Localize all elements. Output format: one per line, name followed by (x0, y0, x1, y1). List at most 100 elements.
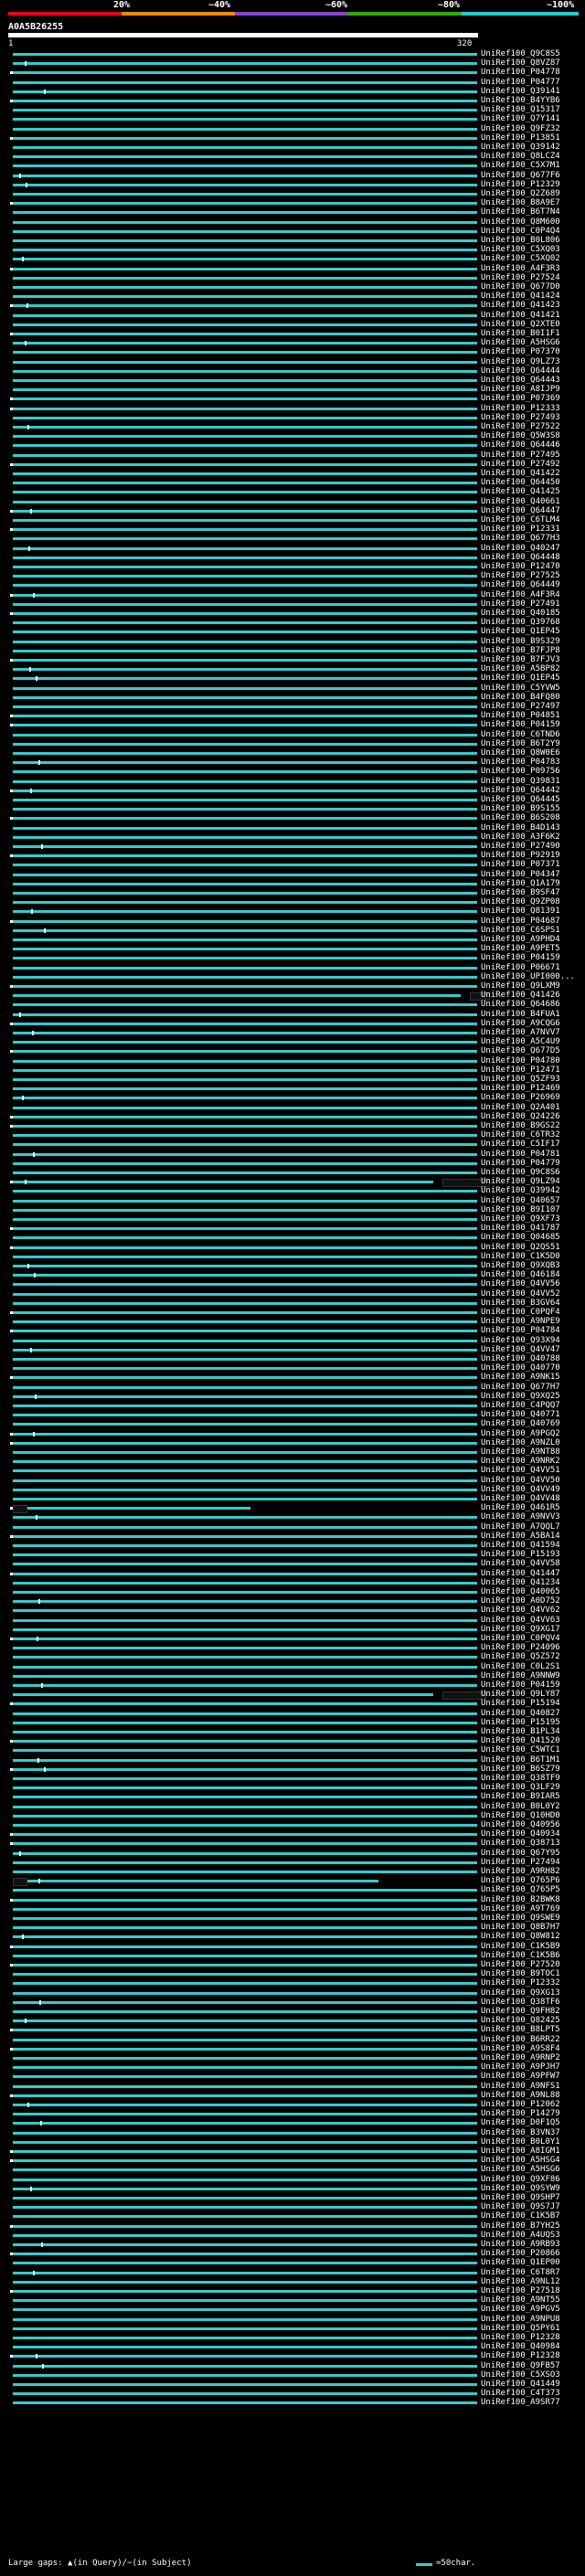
hit-alignment-bar[interactable] (13, 1301, 477, 1305)
hit-accession-link[interactable]: UniRef100_Q1EP45 (481, 673, 560, 683)
hit-alignment-bar[interactable] (13, 2383, 477, 2386)
hit-accession-link[interactable]: UniRef100_Q40657 (481, 1196, 560, 1205)
hit-accession-link[interactable]: UniRef100_B9IAR5 (481, 1792, 560, 1801)
hit-accession-link[interactable]: UniRef100_Q677H7 (481, 1383, 560, 1392)
hit-alignment-bar[interactable] (13, 602, 477, 606)
hit-accession-link[interactable]: UniRef100_A9NNW9 (481, 1671, 560, 1680)
hit-alignment-bar[interactable] (13, 127, 477, 131)
hit-accession-link[interactable]: UniRef100_P27495 (481, 451, 560, 460)
hit-accession-link[interactable]: UniRef100_B0L0Y1 (481, 2137, 560, 2147)
hit-alignment-bar[interactable] (13, 1218, 477, 1221)
hit-alignment-bar[interactable] (13, 966, 477, 970)
hit-accession-link[interactable]: UniRef100_C1K5D0 (481, 1252, 560, 1261)
hit-accession-link[interactable]: UniRef100_Q41421 (481, 311, 560, 320)
hit-alignment-bar[interactable] (13, 2215, 477, 2219)
hit-accession-link[interactable]: UniRef100_P04779 (481, 1159, 560, 1168)
hit-alignment-bar[interactable] (13, 2094, 477, 2097)
hit-alignment-bar[interactable] (13, 1068, 477, 1072)
hit-accession-link[interactable]: UniRef100_C0L2S1 (481, 1662, 560, 1671)
hit-accession-link[interactable]: UniRef100_P04777 (481, 78, 560, 87)
hit-accession-link[interactable]: UniRef100_B6SZ79 (481, 1765, 560, 1774)
hit-accession-link[interactable]: UniRef100_P12332 (481, 1978, 560, 1988)
hit-accession-link[interactable]: UniRef100_Q39942 (481, 1186, 560, 1195)
hit-alignment-bar[interactable] (13, 1367, 477, 1371)
hit-alignment-bar[interactable] (13, 715, 477, 718)
hit-accession-link[interactable]: UniRef100_Q64450 (481, 478, 560, 487)
hit-accession-link[interactable]: UniRef100_P04781 (481, 1150, 560, 1159)
hit-accession-link[interactable]: UniRef100_P04783 (481, 758, 560, 767)
hit-alignment-bar[interactable] (13, 799, 477, 801)
hit-accession-link[interactable]: UniRef100_P20866 (481, 2249, 560, 2258)
hit-accession-link[interactable]: UniRef100_B8LPT5 (481, 2025, 560, 2034)
hit-accession-link[interactable]: UniRef100_P07371 (481, 860, 560, 869)
hit-alignment-bar[interactable] (13, 1479, 477, 1482)
hit-alignment-bar[interactable] (13, 183, 477, 186)
hit-accession-link[interactable]: UniRef100_UPI000... (481, 972, 575, 981)
hit-alignment-bar[interactable] (13, 1394, 477, 1398)
hit-alignment-bar[interactable] (13, 1190, 477, 1193)
hit-accession-link[interactable]: UniRef100_P15193 (481, 1550, 560, 1559)
hit-alignment-bar[interactable] (13, 2317, 477, 2321)
hit-accession-link[interactable]: UniRef100_A9RNP2 (481, 2053, 560, 2062)
hit-accession-link[interactable]: UniRef100_Q9SHP7 (481, 2193, 560, 2202)
hit-accession-link[interactable]: UniRef100_Q5ZF93 (481, 1075, 560, 1084)
hit-alignment-bar[interactable] (13, 1553, 477, 1557)
hit-alignment-bar[interactable] (13, 826, 477, 830)
hit-accession-link[interactable]: UniRef100_Q7Y141 (481, 114, 560, 123)
hit-alignment-bar[interactable] (13, 2178, 477, 2181)
hit-accession-link[interactable]: UniRef100_C4T373 (481, 2389, 560, 2398)
hit-alignment-bar[interactable] (13, 229, 477, 233)
hit-alignment-bar[interactable] (13, 2197, 477, 2200)
hit-alignment-bar[interactable] (13, 733, 477, 737)
hit-alignment-bar[interactable] (13, 2364, 477, 2368)
hit-alignment-bar[interactable] (13, 2066, 477, 2070)
hit-accession-link[interactable]: UniRef100_P27493 (481, 413, 560, 422)
hit-alignment-bar[interactable] (13, 2224, 477, 2228)
hit-accession-link[interactable]: UniRef100_Q41422 (481, 469, 560, 478)
hit-accession-link[interactable]: UniRef100_B4FQ80 (481, 693, 560, 702)
hit-accession-link[interactable]: UniRef100_B4YYB6 (481, 96, 560, 105)
hit-accession-link[interactable]: UniRef100_Q67Y95 (481, 1849, 560, 1858)
hit-accession-link[interactable]: UniRef100_Q64442 (481, 786, 560, 795)
hit-accession-link[interactable]: UniRef100_B4D143 (481, 823, 560, 832)
hit-alignment-bar[interactable] (13, 2206, 477, 2210)
hit-accession-link[interactable]: UniRef100_Q765P5 (481, 1885, 560, 1894)
hit-accession-link[interactable]: UniRef100_P12328 (481, 2351, 560, 2360)
hit-alignment-bar[interactable] (13, 1945, 477, 1948)
hit-alignment-bar[interactable] (13, 136, 477, 140)
hit-alignment-bar[interactable] (13, 910, 477, 914)
hit-accession-link[interactable]: UniRef100_Q64447 (481, 506, 560, 515)
hit-alignment-bar[interactable] (13, 1591, 477, 1594)
hit-accession-link[interactable]: UniRef100_A5BP82 (481, 664, 560, 673)
hit-accession-link[interactable]: UniRef100_C6SPS1 (481, 926, 560, 935)
hit-alignment-bar[interactable] (13, 1749, 477, 1753)
hit-accession-link[interactable]: UniRef100_P04778 (481, 68, 560, 77)
hit-alignment-bar[interactable] (13, 1059, 477, 1063)
hit-accession-link[interactable]: UniRef100_Q4VV62 (481, 1606, 560, 1615)
hit-accession-link[interactable]: UniRef100_Q2Z689 (481, 189, 560, 198)
hit-accession-link[interactable]: UniRef100_A9NL88 (481, 2091, 560, 2100)
hit-accession-link[interactable]: UniRef100_Q4VV58 (481, 1559, 560, 1568)
hit-alignment-bar[interactable] (13, 1115, 477, 1118)
hit-accession-link[interactable]: UniRef100_Q677H3 (481, 534, 560, 543)
hit-alignment-bar[interactable] (13, 1860, 477, 1864)
hit-accession-link[interactable]: UniRef100_P27491 (481, 599, 560, 609)
hit-alignment-bar[interactable] (13, 1516, 477, 1520)
hit-accession-link[interactable]: UniRef100_B0L0Y2 (481, 1802, 560, 1811)
hit-alignment-bar[interactable] (13, 677, 477, 681)
hit-alignment-bar[interactable] (13, 2122, 477, 2125)
hit-alignment-bar[interactable] (13, 193, 477, 196)
hit-accession-link[interactable]: UniRef100_P04347 (481, 870, 560, 879)
hit-alignment-bar[interactable] (13, 835, 477, 839)
hit-alignment-bar[interactable] (13, 1161, 477, 1165)
hit-accession-link[interactable]: UniRef100_Q9XQ25 (481, 1392, 560, 1401)
hit-alignment-bar[interactable] (13, 1032, 477, 1034)
hit-accession-link[interactable]: UniRef100_P04687 (481, 917, 560, 926)
hit-alignment-bar[interactable] (13, 1283, 477, 1287)
hit-alignment-bar[interactable] (13, 286, 477, 289)
hit-accession-link[interactable]: UniRef100_Q9XF73 (481, 1214, 560, 1224)
hit-accession-link[interactable]: UniRef100_A7QQL7 (481, 1522, 560, 1532)
hit-alignment-bar[interactable] (13, 1181, 433, 1184)
hit-accession-link[interactable]: UniRef100_Q40769 (481, 1419, 560, 1428)
hit-alignment-bar[interactable] (13, 1693, 433, 1697)
